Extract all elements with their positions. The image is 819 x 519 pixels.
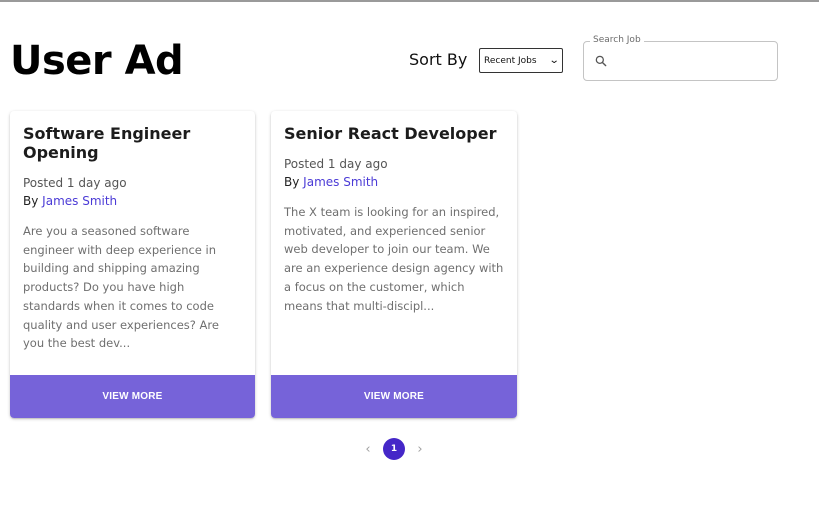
- job-description: The X team is looking for an inspired, m…: [284, 205, 504, 313]
- view-more-button[interactable]: VIEW MORE: [10, 375, 255, 418]
- search-label: Search Job: [590, 35, 644, 45]
- view-more-button[interactable]: VIEW MORE: [271, 375, 517, 418]
- job-posted: Posted 1 day ago: [23, 176, 127, 190]
- job-author-line: By James Smith: [23, 192, 242, 210]
- author-prefix: By: [23, 194, 39, 208]
- author-link[interactable]: James Smith: [303, 175, 378, 189]
- top-border: [0, 0, 819, 2]
- page-button-current[interactable]: 1: [383, 438, 405, 460]
- page-title: User Ad: [10, 38, 184, 84]
- job-author-line: By James Smith: [284, 173, 504, 191]
- author-link[interactable]: James Smith: [42, 194, 117, 208]
- job-card: Senior React Developer Posted 1 day ago …: [271, 111, 517, 418]
- author-prefix: By: [284, 175, 300, 189]
- chevron-down-icon: ⌄: [548, 55, 560, 66]
- chevron-right-icon[interactable]: ›: [410, 442, 430, 457]
- search-input[interactable]: [616, 50, 775, 74]
- sort-select[interactable]: Recent Jobs ⌄: [479, 48, 563, 73]
- search-field[interactable]: Search Job: [583, 35, 778, 81]
- job-card: Software Engineer Opening Posted 1 day a…: [10, 111, 255, 418]
- pagination: ‹ 1 ›: [358, 438, 430, 460]
- search-icon: [595, 55, 607, 67]
- job-description: Are you a seasoned software engineer wit…: [23, 224, 219, 351]
- sort-select-value: Recent Jobs: [484, 55, 537, 66]
- job-title: Software Engineer Opening: [23, 124, 191, 162]
- chevron-left-icon[interactable]: ‹: [358, 442, 378, 457]
- job-posted: Posted 1 day ago: [284, 157, 388, 171]
- sort-label: Sort By: [409, 50, 468, 69]
- job-title: Senior React Developer: [284, 124, 497, 143]
